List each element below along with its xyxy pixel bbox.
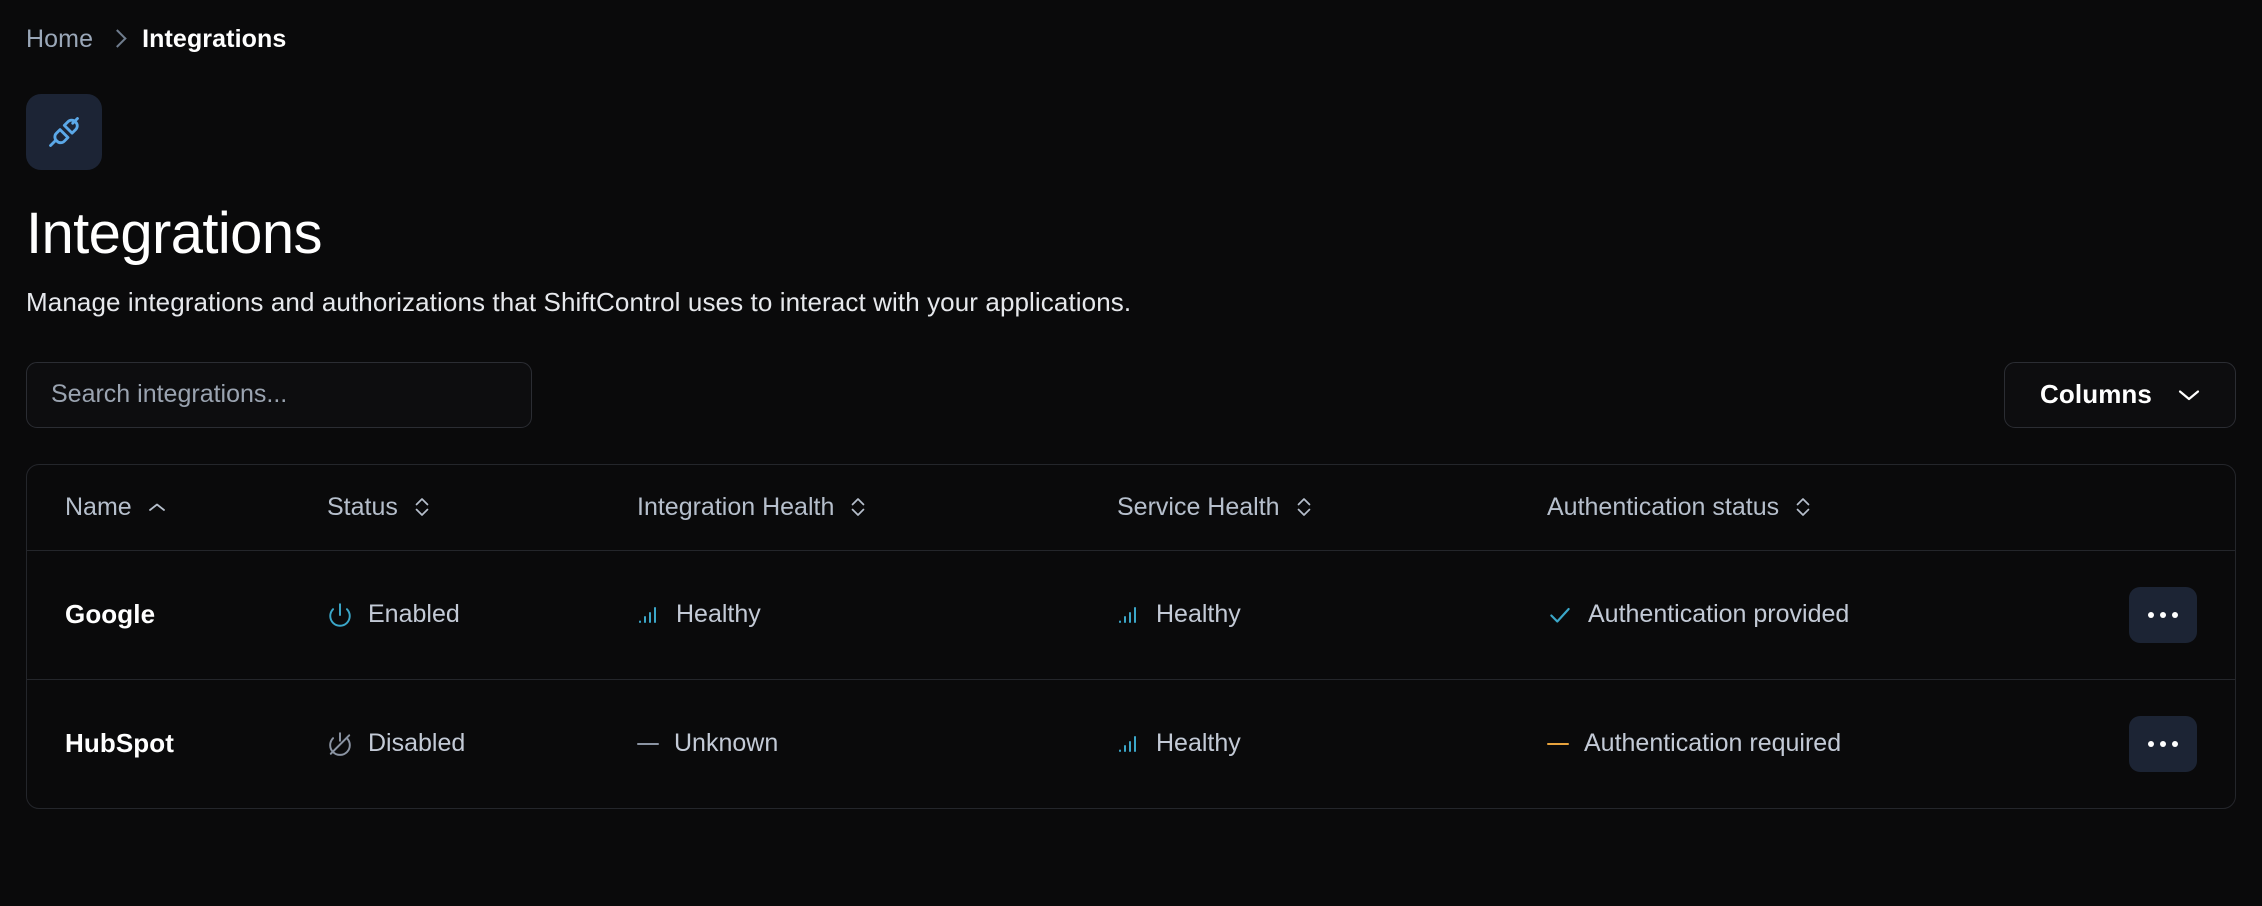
table-header-row: Name Status Integration Health Service H… bbox=[27, 464, 2235, 551]
cell-name: Google bbox=[27, 550, 327, 680]
cell-status-label: Disabled bbox=[368, 729, 466, 758]
cell-integration-health: Healthy bbox=[637, 550, 1117, 680]
column-header-name-label: Name bbox=[65, 492, 132, 521]
power-off-icon bbox=[327, 731, 353, 757]
dot-icon bbox=[2160, 740, 2166, 747]
table-row[interactable]: HubSpot Disabled Unknown Healthy Authent… bbox=[27, 679, 2235, 808]
cell-integration-health: Unknown bbox=[637, 679, 1117, 808]
column-header-name[interactable]: Name bbox=[27, 464, 327, 551]
chevron-down-icon bbox=[2178, 388, 2200, 402]
signal-bars-icon bbox=[1117, 603, 1141, 627]
page-root: Home Integrations Integrations Manage in… bbox=[0, 0, 2262, 809]
cell-service-health-label: Healthy bbox=[1156, 600, 1241, 629]
chevron-updown-icon bbox=[850, 495, 866, 519]
check-icon bbox=[1547, 602, 1573, 628]
cell-actions bbox=[2055, 550, 2235, 680]
chevron-up-icon bbox=[148, 502, 166, 513]
table-toolbar: Columns bbox=[26, 361, 2236, 428]
cell-integration-health-label: Unknown bbox=[674, 729, 779, 758]
table-row[interactable]: Google Enabled Healthy Healthy Authentic… bbox=[27, 550, 2235, 680]
chevron-right-icon bbox=[108, 29, 127, 48]
dot-icon bbox=[2148, 611, 2154, 618]
cell-service-health: Healthy bbox=[1117, 550, 1547, 680]
column-header-integration-health[interactable]: Integration Health bbox=[637, 464, 1117, 551]
cell-auth-status: Authentication required bbox=[1547, 679, 2055, 808]
dot-icon bbox=[2148, 740, 2154, 747]
dash-icon bbox=[1547, 742, 1569, 746]
cell-service-health-label: Healthy bbox=[1156, 729, 1241, 758]
integrations-badge bbox=[26, 94, 102, 170]
chevron-updown-icon bbox=[1795, 495, 1811, 519]
column-header-integration-health-label: Integration Health bbox=[637, 492, 835, 521]
dot-icon bbox=[2172, 740, 2178, 747]
column-header-authentication-status-label: Authentication status bbox=[1547, 492, 1780, 521]
chevron-updown-icon bbox=[414, 495, 430, 519]
cell-status: Disabled bbox=[327, 679, 637, 808]
column-header-service-health[interactable]: Service Health bbox=[1117, 464, 1547, 551]
page-header: Integrations Manage integrations and aut… bbox=[26, 52, 2236, 318]
breadcrumb: Home Integrations bbox=[26, 0, 2236, 54]
column-header-status[interactable]: Status bbox=[327, 464, 637, 551]
cell-integration-health-label: Healthy bbox=[676, 600, 761, 629]
columns-button-label: Columns bbox=[2040, 379, 2152, 410]
column-header-authentication-status[interactable]: Authentication status bbox=[1547, 464, 2055, 551]
cell-status: Enabled bbox=[327, 550, 637, 680]
columns-button[interactable]: Columns bbox=[2004, 361, 2236, 428]
power-on-icon bbox=[327, 602, 353, 628]
breadcrumb-current-integrations: Integrations bbox=[142, 24, 287, 53]
row-actions-menu-button[interactable] bbox=[2129, 715, 2197, 772]
dot-icon bbox=[2172, 611, 2178, 618]
integrations-table: Name Status Integration Health Service H… bbox=[26, 463, 2236, 809]
cell-service-health: Healthy bbox=[1117, 679, 1547, 808]
signal-bars-icon bbox=[1117, 732, 1141, 756]
page-title: Integrations bbox=[26, 201, 322, 266]
signal-bars-icon bbox=[637, 603, 661, 627]
column-header-actions bbox=[2055, 464, 2235, 551]
dash-icon bbox=[637, 742, 659, 746]
cell-auth-status-label: Authentication required bbox=[1584, 729, 1842, 758]
cell-status-label: Enabled bbox=[368, 600, 460, 629]
breadcrumb-link-home[interactable]: Home bbox=[26, 25, 93, 54]
cell-auth-status: Authentication provided bbox=[1547, 550, 2055, 680]
cell-name: HubSpot bbox=[65, 728, 175, 759]
column-header-service-health-label: Service Health bbox=[1117, 492, 1280, 521]
column-header-status-label: Status bbox=[327, 492, 398, 521]
dot-icon bbox=[2160, 611, 2166, 618]
cell-actions bbox=[2055, 679, 2235, 808]
cell-auth-status-label: Authentication provided bbox=[1588, 600, 1850, 629]
row-actions-menu-button[interactable] bbox=[2129, 586, 2197, 643]
page-subtitle: Manage integrations and authorizations t… bbox=[26, 286, 1132, 317]
chevron-updown-icon bbox=[1296, 495, 1312, 519]
search-input[interactable] bbox=[26, 361, 532, 428]
plug-connect-icon bbox=[45, 113, 83, 151]
